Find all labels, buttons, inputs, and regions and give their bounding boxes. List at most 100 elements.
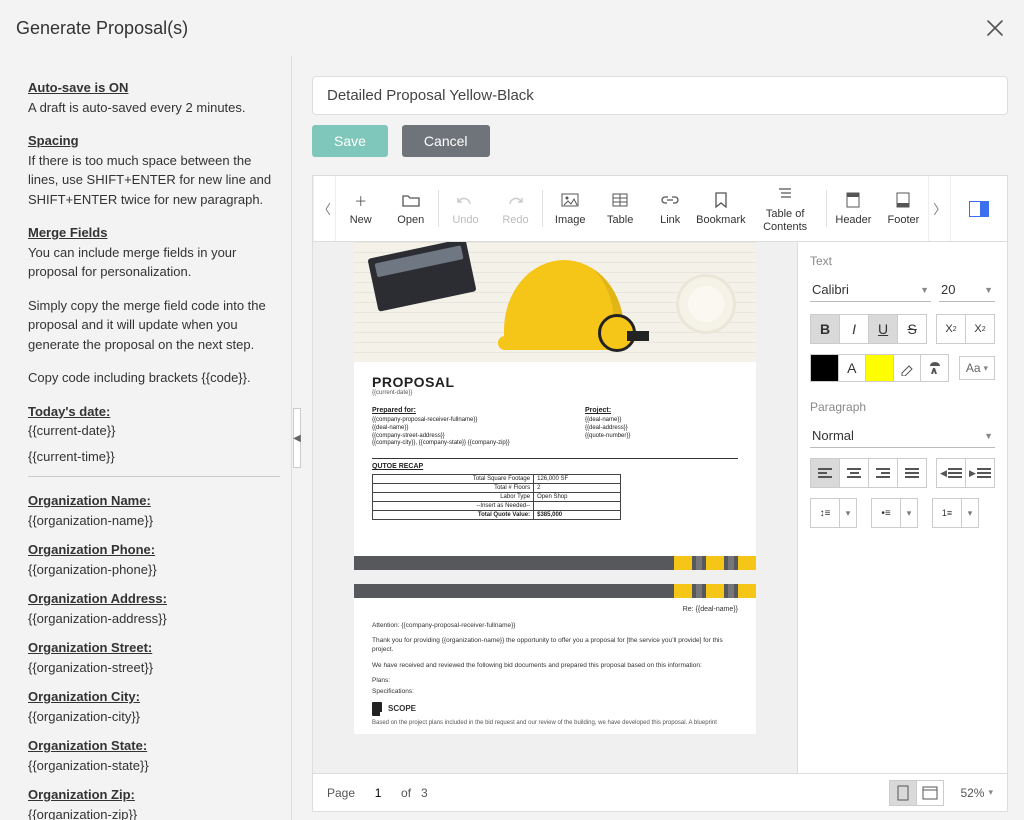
mf-label: Organization Street: xyxy=(28,638,280,658)
mf-label: Organization State: xyxy=(28,736,280,756)
help-sidebar: Auto-save is ON A draft is auto-saved ev… xyxy=(0,56,292,820)
font-color-button[interactable] xyxy=(810,354,839,382)
page-label: Page xyxy=(327,786,355,800)
mergefields-text-1: You can include merge fields in your pro… xyxy=(28,245,236,280)
header-icon xyxy=(846,190,860,210)
toolbar-undo[interactable]: Undo xyxy=(440,176,490,241)
zoom-control[interactable]: 52%▾ xyxy=(960,786,993,800)
image-icon xyxy=(561,190,579,210)
footer-icon xyxy=(896,190,910,210)
code-current-date: {{current-date}} xyxy=(28,421,280,441)
save-button[interactable]: Save xyxy=(312,125,388,157)
toolbar-link[interactable]: Link xyxy=(645,176,695,241)
bookmark-icon xyxy=(715,190,727,210)
align-left-button[interactable] xyxy=(810,458,840,488)
toolbar-bookmark[interactable]: Bookmark xyxy=(695,176,746,241)
doc-date: {{current-date}} xyxy=(372,390,738,396)
paragraph-section-title: Paragraph xyxy=(810,400,995,414)
view-mode-page-button[interactable] xyxy=(889,780,917,806)
toc-icon xyxy=(777,184,793,204)
line-spacing-menu[interactable]: ▾ xyxy=(839,498,857,528)
mf-label: Organization City: xyxy=(28,687,280,707)
mf-label: Organization Phone: xyxy=(28,540,280,560)
bold-button[interactable]: B xyxy=(810,314,840,344)
plus-icon: ＋ xyxy=(354,190,367,210)
mf-code: {{organization-street}} xyxy=(28,658,280,678)
autosave-heading: Auto-save is ON xyxy=(28,80,128,95)
mf-label: Organization Address: xyxy=(28,589,280,609)
mergefields-heading: Merge Fields xyxy=(28,225,107,240)
bullet-list-button[interactable]: •≡ xyxy=(871,498,901,528)
font-family-select[interactable]: Calibri▼ xyxy=(810,278,931,302)
toolbar-scroll-right[interactable]: 〉 xyxy=(928,176,951,241)
toolbar-table[interactable]: Table xyxy=(595,176,645,241)
folder-icon xyxy=(402,190,420,210)
today-heading: Today's date: xyxy=(28,402,280,422)
editor-toolbar: 〈 ＋ New Open Undo xyxy=(313,176,1007,242)
toolbar-redo[interactable]: Redo xyxy=(490,176,540,241)
spacing-heading: Spacing xyxy=(28,133,79,148)
undo-icon xyxy=(456,190,474,210)
status-bar: Page of 3 52%▾ xyxy=(313,773,1007,811)
mf-label: Organization Name: xyxy=(28,491,280,511)
strikethrough-button[interactable]: S xyxy=(897,314,927,344)
underline-button[interactable]: U xyxy=(868,314,898,344)
recap-table: Total Square Footage126,000 SF Total # F… xyxy=(372,474,621,520)
highlight-color-button[interactable] xyxy=(865,354,894,382)
align-right-button[interactable] xyxy=(868,458,898,488)
proposal-name-input[interactable] xyxy=(312,76,1008,115)
side-panel-toggle[interactable] xyxy=(969,201,989,217)
toolbar-scroll-left[interactable]: 〈 xyxy=(313,176,336,241)
page-total: 3 xyxy=(421,786,428,800)
splitter[interactable]: ◀ xyxy=(292,56,302,820)
table-icon xyxy=(612,190,628,210)
collapse-sidebar-handle[interactable]: ◀ xyxy=(293,408,301,468)
close-button[interactable] xyxy=(982,15,1008,41)
doc-title: PROPOSAL xyxy=(372,374,738,390)
mf-label: Organization Zip: xyxy=(28,785,280,805)
header-image xyxy=(354,242,756,362)
toolbar-image[interactable]: Image xyxy=(545,176,595,241)
page-number-input[interactable] xyxy=(365,785,391,801)
mf-code: {{organization-name}} xyxy=(28,511,280,531)
spacing-text: If there is too much space between the l… xyxy=(28,153,271,207)
mf-code: {{organization-city}} xyxy=(28,707,280,727)
increase-indent-button[interactable]: ▶ xyxy=(965,458,995,488)
subscript-button[interactable]: X2 xyxy=(965,314,995,344)
toolbar-toc[interactable]: Table of Contents xyxy=(747,176,824,241)
format-painter-button[interactable] xyxy=(920,354,949,382)
line-spacing-button[interactable]: ↕≡ xyxy=(810,498,840,528)
italic-button[interactable]: I xyxy=(839,314,869,344)
view-mode-web-button[interactable] xyxy=(916,780,944,806)
building-icon xyxy=(372,702,382,716)
mf-code: {{organization-state}} xyxy=(28,756,280,776)
autosave-text: A draft is auto-saved every 2 minutes. xyxy=(28,100,246,115)
document-canvas[interactable]: PROPOSAL {{current-date}} Prepared for: … xyxy=(313,242,797,773)
font-size-select[interactable]: 20▼ xyxy=(939,278,995,302)
mf-code: {{organization-phone}} xyxy=(28,560,280,580)
page-of: of xyxy=(401,786,411,800)
toolbar-open[interactable]: Open xyxy=(386,176,436,241)
cancel-button[interactable]: Cancel xyxy=(402,125,490,157)
bullet-list-menu[interactable]: ▾ xyxy=(900,498,918,528)
font-color-clear-button[interactable]: A xyxy=(838,354,867,382)
align-justify-button[interactable] xyxy=(897,458,927,488)
redo-icon xyxy=(506,190,524,210)
toolbar-header[interactable]: Header xyxy=(828,176,878,241)
clear-highlight-button[interactable] xyxy=(893,354,922,382)
text-section-title: Text xyxy=(810,254,995,268)
numbered-list-button[interactable]: 1≡ xyxy=(932,498,962,528)
toolbar-new[interactable]: ＋ New xyxy=(336,176,386,241)
decrease-indent-button[interactable]: ◀ xyxy=(936,458,966,488)
code-current-time: {{current-time}} xyxy=(28,447,280,467)
superscript-button[interactable]: X2 xyxy=(936,314,966,344)
numbered-list-menu[interactable]: ▾ xyxy=(961,498,979,528)
mergefields-text-3: Copy code including brackets {{code}}. xyxy=(28,368,280,388)
align-center-button[interactable] xyxy=(839,458,869,488)
toolbar-footer[interactable]: Footer xyxy=(878,176,928,241)
inspector-panel: Text Calibri▼ 20▼ B I U S xyxy=(797,242,1007,773)
mergefields-text-2: Simply copy the merge field code into th… xyxy=(28,296,280,355)
paragraph-style-select[interactable]: Normal▼ xyxy=(810,424,995,448)
link-icon xyxy=(661,190,679,210)
change-case-button[interactable]: Aa▾ xyxy=(959,356,995,380)
